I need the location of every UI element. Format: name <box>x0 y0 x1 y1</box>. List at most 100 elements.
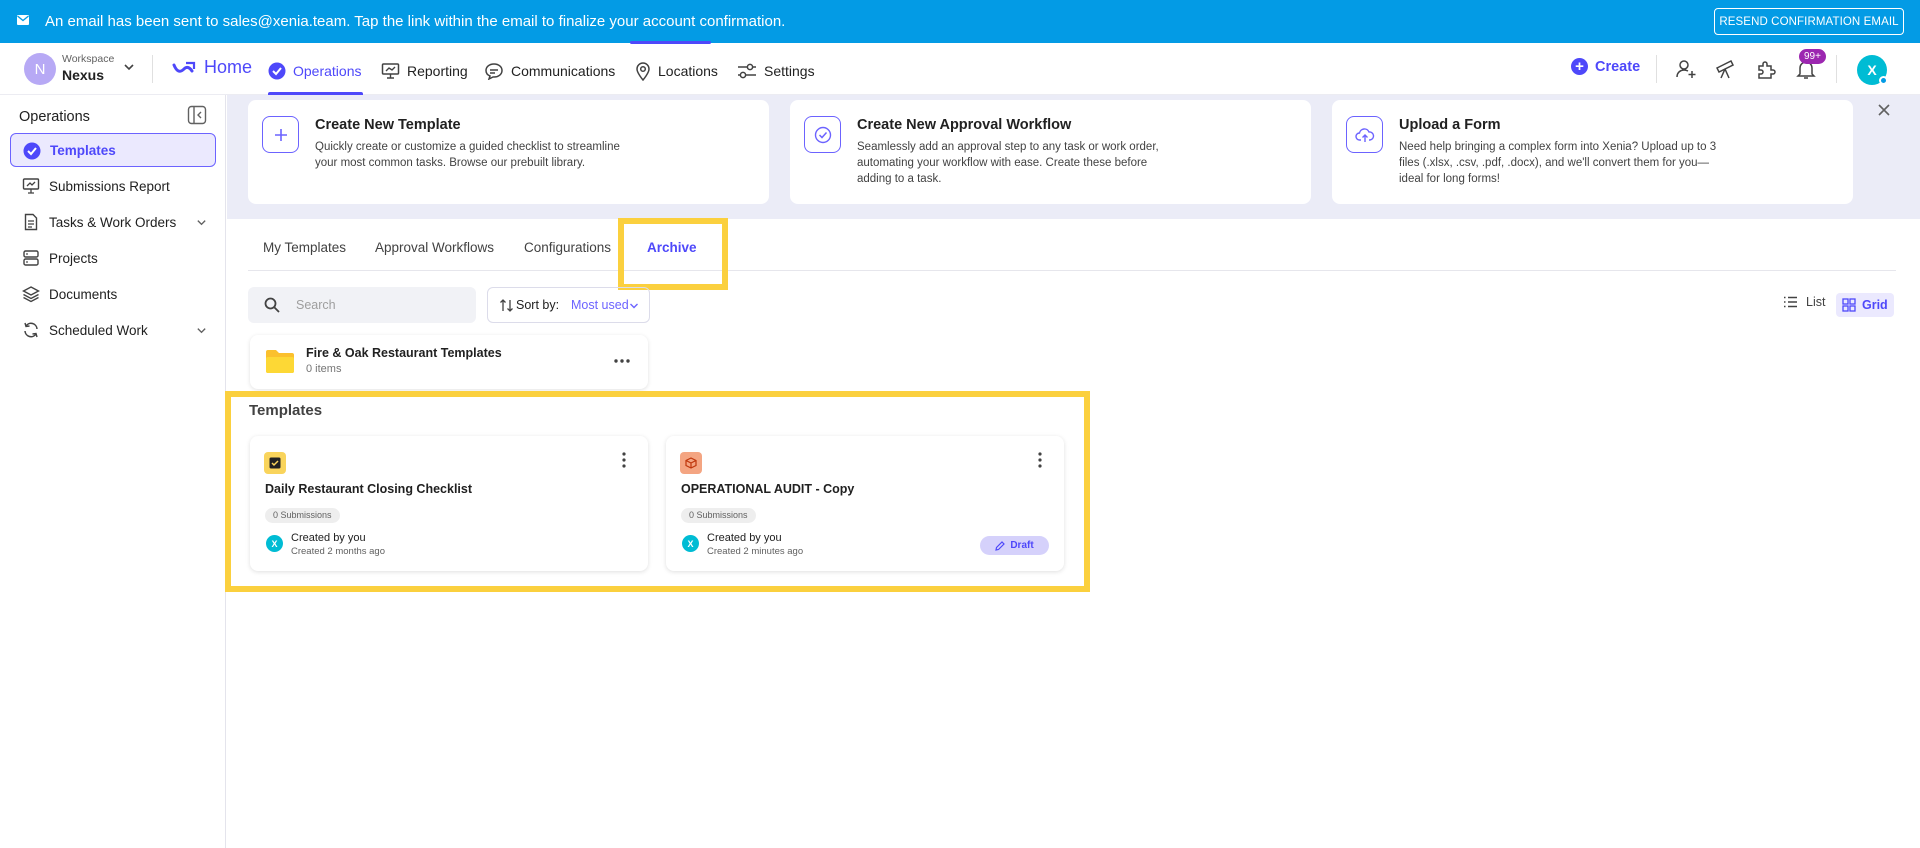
sidebar-item-projects[interactable]: Projects <box>10 241 216 275</box>
template-card[interactable]: OPERATIONAL AUDIT - Copy 0 Submissions X… <box>666 436 1064 571</box>
sidebar-item-templates[interactable]: Templates <box>10 133 216 167</box>
presentation-icon <box>22 178 40 194</box>
chevron-down-icon[interactable] <box>196 217 207 228</box>
telescope-icon[interactable] <box>1714 57 1738 81</box>
card-description: Quickly create or customize a guided che… <box>315 139 620 171</box>
divider <box>152 55 153 83</box>
card-description-line: Need help bringing a complex form into X… <box>1399 141 1717 153</box>
sidebar-item-documents[interactable]: Documents <box>10 277 216 311</box>
check-circle-icon <box>268 62 286 80</box>
template-name: OPERATIONAL AUDIT - Copy <box>681 482 855 496</box>
card-description-line: ideal for long forms! <box>1399 173 1500 185</box>
card-title: Create New Approval Workflow <box>857 117 1072 133</box>
sidebar-item-submissions-report[interactable]: Submissions Report <box>10 169 216 203</box>
card-description-line: automating your workflow with ease. Crea… <box>857 157 1148 169</box>
draft-label: Draft <box>1010 540 1034 551</box>
card-description-line: Seamlessly add an approval step to any t… <box>857 141 1159 153</box>
card-title: Create New Template <box>315 117 461 133</box>
sort-label: Sort by: <box>516 298 560 312</box>
upload-form-card[interactable]: Upload a Form Need help bringing a compl… <box>1332 100 1853 204</box>
workspace-avatar[interactable]: N <box>24 53 56 85</box>
stack-icon <box>23 250 39 266</box>
close-icon[interactable] <box>1876 102 1892 118</box>
sidebar-item-tasks-work-orders[interactable]: Tasks & Work Orders <box>10 205 216 239</box>
card-description-line: adding to a task. <box>857 173 942 185</box>
banner-message: An email has been sent to sales@xenia.te… <box>45 13 786 30</box>
sort-dropdown[interactable]: Sort by: Most used <box>487 287 650 323</box>
create-button[interactable]: + Create <box>1571 58 1640 75</box>
sidebar-title: Operations <box>19 109 90 125</box>
card-description-line: your most common tasks. Browse our prebu… <box>315 157 586 169</box>
tab-active-indicator <box>630 41 711 44</box>
home-link[interactable]: Home <box>172 57 252 78</box>
chat-bubble-icon <box>485 63 503 80</box>
resend-confirmation-button[interactable]: RESEND CONFIRMATION EMAIL <box>1714 8 1904 35</box>
grid-label: Grid <box>1862 298 1888 312</box>
sidebar-item-label: Projects <box>49 250 98 266</box>
tab-my-templates[interactable]: My Templates <box>263 240 346 255</box>
sidebar-item-label: Tasks & Work Orders <box>49 214 177 230</box>
create-approval-workflow-card[interactable]: Create New Approval Workflow Seamlessly … <box>790 100 1311 204</box>
nav-operations[interactable]: Operations <box>268 57 361 85</box>
tab-configurations[interactable]: Configurations <box>524 240 611 255</box>
sidebar-item-scheduled-work[interactable]: Scheduled Work <box>10 313 216 347</box>
created-ago: Created 2 months ago <box>291 546 386 557</box>
more-vertical-icon[interactable] <box>616 450 632 470</box>
search-icon <box>264 297 280 313</box>
more-horizontal-icon[interactable] <box>612 351 632 371</box>
chevron-down-icon[interactable] <box>196 325 207 336</box>
plus-icon <box>262 116 299 153</box>
template-tabs: My Templates Approval Workflows Configur… <box>248 225 1896 271</box>
divider <box>1836 55 1837 83</box>
chevron-down-icon[interactable] <box>123 61 135 73</box>
nav-communications-label: Communications <box>511 63 616 79</box>
add-user-icon[interactable] <box>1674 57 1698 81</box>
create-label: Create <box>1595 58 1641 75</box>
folder-icon <box>266 350 294 373</box>
card-description: Need help bringing a complex form into X… <box>1399 139 1716 187</box>
check-badge-icon <box>804 116 841 153</box>
workspace-name[interactable]: Nexus <box>62 67 104 83</box>
nav-communications[interactable]: Communications <box>484 57 615 85</box>
xenia-logo-icon <box>172 61 196 73</box>
grid-view-toggle[interactable]: Grid <box>1836 293 1894 317</box>
list-view-toggle[interactable]: List <box>1783 295 1825 309</box>
map-pin-icon <box>636 61 650 81</box>
nav-settings[interactable]: Settings <box>737 57 815 85</box>
refresh-icon <box>24 322 38 338</box>
created-ago: Created 2 minutes ago <box>707 546 804 557</box>
created-by: Created by you <box>291 532 366 544</box>
puzzle-icon[interactable] <box>1754 57 1778 81</box>
archive-highlight-box <box>618 218 728 290</box>
nav-locations[interactable]: Locations <box>635 57 718 85</box>
presentation-chart-icon <box>381 63 400 79</box>
nav-reporting-label: Reporting <box>407 63 468 79</box>
template-name: Daily Restaurant Closing Checklist <box>265 482 473 496</box>
template-card[interactable]: Daily Restaurant Closing Checklist 0 Sub… <box>250 436 648 571</box>
sliders-icon <box>738 63 756 79</box>
home-label: Home <box>204 57 253 77</box>
collapse-sidebar-icon[interactable] <box>187 105 207 125</box>
sort-icon <box>500 299 513 312</box>
plus-icon: + <box>1571 58 1588 75</box>
card-description-line: files (.xlsx, .csv, .pdf, .docx), and we… <box>1399 157 1710 169</box>
create-template-card[interactable]: Create New Template Quickly create or cu… <box>248 100 769 204</box>
layers-icon <box>22 286 40 303</box>
folder-card[interactable]: Fire & Oak Restaurant Templates 0 items <box>250 335 648 389</box>
creator-avatar: X <box>266 535 283 552</box>
search-placeholder: Search <box>296 298 336 312</box>
submissions-badge: 0 Submissions <box>265 508 340 523</box>
workspace-label: Workspace <box>62 53 115 65</box>
chevron-down-icon <box>630 303 638 309</box>
creator-avatar: X <box>682 535 699 552</box>
created-by: Created by you <box>707 532 782 544</box>
nav-reporting[interactable]: Reporting <box>381 57 468 85</box>
search-input[interactable]: Search <box>248 287 476 323</box>
tab-approval-workflows[interactable]: Approval Workflows <box>375 240 494 255</box>
nav-operations-label: Operations <box>293 63 362 79</box>
list-icon <box>1784 296 1797 308</box>
sort-value: Most used <box>571 298 629 312</box>
more-vertical-icon[interactable] <box>1032 450 1048 470</box>
document-icon <box>24 213 38 231</box>
mail-icon <box>17 15 29 25</box>
